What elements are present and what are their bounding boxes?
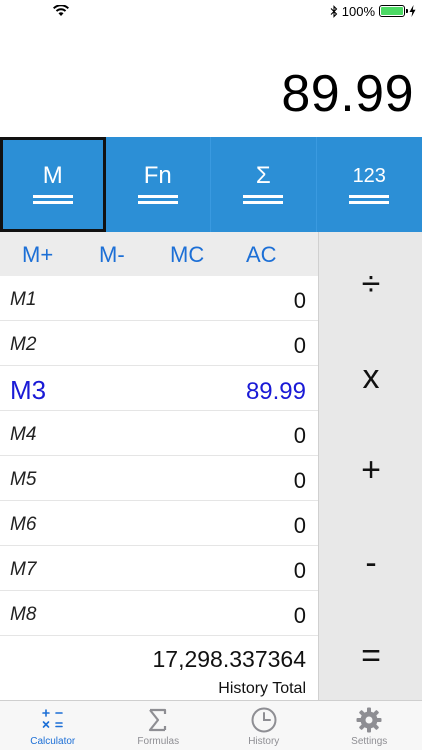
calculator-icon [40, 706, 66, 734]
memory-row-m1[interactable]: M1 0 [0, 276, 318, 321]
bluetooth-icon [330, 4, 338, 18]
tab-label: Settings [351, 736, 388, 747]
tab-formulas[interactable]: Formulas [106, 701, 212, 750]
memory-row-m5[interactable]: M5 0 [0, 456, 318, 501]
history-total-value: 17,298.337364 [152, 646, 307, 672]
double-bar-icon [243, 194, 284, 207]
history-total-label: History Total [218, 680, 306, 697]
mode-tab-sum[interactable]: Σ [211, 137, 317, 232]
double-bar-icon [32, 194, 73, 207]
tab-label: Calculator [30, 736, 76, 747]
memory-value: 89.99 [245, 378, 306, 405]
charging-icon [409, 5, 416, 17]
mode-tab-label: Σ [255, 161, 271, 189]
memory-label: M1 [10, 289, 37, 310]
mode-tab-label: Fn [143, 161, 172, 189]
memory-value: 0 [293, 603, 306, 628]
add-button[interactable]: + [319, 425, 422, 515]
memory-row-m2[interactable]: M2 0 [0, 321, 318, 366]
memory-row-m6[interactable]: M6 0 [0, 501, 318, 546]
mode-tabs: M Fn Σ 123 [0, 137, 422, 232]
memory-subtract-button[interactable]: M- [99, 242, 125, 268]
all-clear-button[interactable]: AC [246, 242, 277, 268]
tab-label: Formulas [137, 736, 180, 747]
battery-icon [379, 5, 408, 17]
memory-row-m7[interactable]: M7 0 [0, 546, 318, 591]
wifi-icon [53, 5, 69, 16]
calculator-display: 89.99 [0, 22, 422, 137]
memory-value: 0 [293, 333, 306, 358]
memory-label: M8 [10, 604, 37, 625]
tab-settings[interactable]: Settings [317, 701, 422, 750]
memory-ops-bar: M+ M- MC AC [0, 232, 318, 276]
memory-add-button[interactable]: M+ [22, 242, 53, 268]
history-total: 17,298.337364 History Total [0, 636, 318, 700]
memory-label: M3 [10, 375, 47, 405]
clock-icon [250, 706, 278, 734]
equals-button[interactable]: = [319, 611, 422, 701]
status-right: 100% [330, 3, 416, 19]
memory-value: 0 [293, 468, 306, 493]
battery-percent: 100% [341, 3, 375, 19]
memory-clear-button[interactable]: MC [170, 242, 204, 268]
tab-bar: Calculator Formulas History Settings [0, 700, 422, 750]
memory-value: 0 [293, 558, 306, 583]
memory-row-m3[interactable]: M3 89.99 [0, 366, 318, 411]
memory-label: M6 [10, 514, 37, 535]
divide-button[interactable]: ÷ [319, 239, 422, 329]
memory-label: M7 [10, 559, 37, 580]
mode-tab-memory[interactable]: M [0, 137, 106, 232]
status-bar: 100% [0, 0, 422, 22]
memory-value: 0 [293, 513, 306, 538]
tab-label: History [248, 736, 280, 747]
double-bar-icon [349, 194, 390, 207]
memory-label: M2 [10, 334, 37, 355]
sigma-icon [147, 706, 169, 734]
memory-row-m4[interactable]: M4 0 [0, 411, 318, 456]
mode-tab-label: M [42, 161, 63, 189]
memory-value: 0 [293, 423, 306, 448]
gear-icon [355, 706, 383, 734]
mode-tab-numbers[interactable]: 123 [317, 137, 422, 232]
multiply-button[interactable]: x [319, 332, 422, 422]
display-value: 89.99 [281, 65, 414, 123]
memory-list: M1 0 M2 0 M3 89.99 M4 0 M5 0 M6 0 M7 0 M… [0, 276, 318, 636]
memory-row-m8[interactable]: M8 0 [0, 591, 318, 636]
memory-label: M4 [10, 424, 37, 445]
mode-tab-label: 123 [352, 164, 386, 187]
memory-value: 0 [293, 288, 306, 313]
subtract-button[interactable]: - [319, 518, 422, 608]
tab-history[interactable]: History [211, 701, 317, 750]
operators-column: ÷ x + - = [318, 232, 422, 700]
memory-label: M5 [10, 469, 37, 490]
mode-tab-functions[interactable]: Fn [106, 137, 211, 232]
tab-calculator[interactable]: Calculator [0, 701, 106, 750]
double-bar-icon [137, 194, 178, 207]
